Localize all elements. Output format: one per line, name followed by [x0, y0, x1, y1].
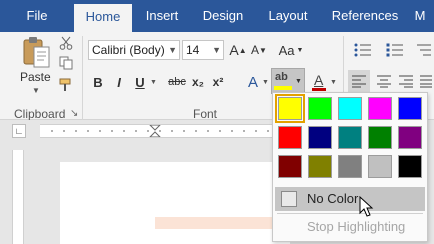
shrink-font-icon: A — [251, 43, 260, 57]
color-swatch[interactable] — [398, 126, 422, 149]
tab-insert[interactable]: Insert — [134, 0, 190, 32]
align-right-button[interactable] — [396, 70, 416, 92]
tab-design[interactable]: Design — [194, 0, 252, 32]
color-swatch[interactable] — [275, 94, 305, 123]
align-center-icon — [377, 75, 391, 88]
numbering-button[interactable] — [384, 40, 406, 60]
chevron-down-icon: ▼ — [295, 77, 302, 85]
italic-button[interactable]: I — [112, 72, 126, 92]
chevron-down-icon[interactable]: ▼ — [168, 41, 177, 59]
chevron-down-icon[interactable]: ▼ — [262, 79, 269, 86]
font-size-value: 14 — [186, 43, 200, 57]
format-painter-button[interactable] — [57, 76, 75, 94]
mouse-pointer-icon — [359, 196, 374, 217]
font-family-value: Calibri (Body) — [92, 43, 165, 57]
justify-icon — [420, 75, 432, 88]
multilevel-list-icon — [417, 44, 431, 56]
chevron-down-icon[interactable]: ▼ — [32, 86, 40, 95]
bullets-button[interactable] — [352, 40, 374, 60]
bullets-icon — [354, 43, 371, 57]
highlight-color-bar — [274, 86, 293, 90]
text-highlight-color-button[interactable]: ab ▼ — [271, 68, 305, 94]
color-swatch[interactable] — [398, 97, 422, 120]
chevron-down-icon[interactable]: ▼ — [212, 41, 221, 59]
color-swatch[interactable] — [368, 126, 392, 149]
clipboard-launcher-icon[interactable]: ↘ — [70, 108, 78, 119]
scissors-icon — [59, 36, 73, 50]
chevron-down-icon[interactable]: ▼ — [330, 79, 337, 86]
clipboard-paste-icon — [23, 37, 50, 68]
align-left-icon — [352, 75, 366, 88]
color-swatch[interactable] — [338, 155, 362, 178]
font-color-button[interactable]: A — [310, 72, 328, 92]
change-case-icon: Aa — [278, 42, 295, 58]
copy-button[interactable] — [57, 54, 75, 72]
multilevel-list-button[interactable] — [414, 40, 434, 60]
color-swatch[interactable] — [398, 155, 422, 178]
copy-icon — [59, 56, 73, 70]
paste-label[interactable]: Paste — [20, 70, 51, 84]
change-case-button[interactable]: Aa ▼ — [276, 40, 306, 60]
tab-mailings[interactable]: M — [406, 0, 434, 32]
align-center-button[interactable] — [374, 70, 394, 92]
color-swatch[interactable] — [338, 126, 362, 149]
paintbrush-icon — [59, 78, 71, 91]
highlight-color-menu: No Color Stop Highlighting — [272, 92, 428, 242]
stop-highlighting-item[interactable]: Stop Highlighting — [275, 215, 425, 239]
subscript-button[interactable]: x₂ — [190, 72, 206, 92]
group-divider — [82, 36, 83, 120]
highlighter-icon: ab — [275, 71, 288, 83]
font-color-bar — [312, 88, 326, 91]
cut-button[interactable] — [57, 34, 75, 52]
numbered-list-icon — [386, 43, 403, 57]
font-color-icon: A — [314, 72, 324, 88]
align-right-icon — [399, 75, 413, 88]
justify-button[interactable] — [418, 70, 434, 92]
underline-button[interactable]: U — [132, 72, 148, 92]
menu-divider — [277, 213, 423, 214]
vertical-ruler[interactable] — [12, 150, 24, 244]
color-swatch[interactable] — [308, 126, 332, 149]
grow-font-icon: A — [229, 42, 239, 58]
strikethrough-button[interactable]: abc — [166, 72, 188, 92]
tab-layout[interactable]: Layout — [258, 0, 318, 32]
color-swatch[interactable] — [368, 97, 392, 120]
color-swatch[interactable] — [308, 97, 332, 120]
no-color-label: No Color — [307, 191, 359, 206]
bold-button[interactable]: B — [90, 72, 106, 92]
font-group-label: Font — [193, 107, 218, 121]
grow-font-button[interactable]: A ▲ — [229, 40, 247, 60]
ribbon-tab-bar: File Home Insert Design Layout Reference… — [0, 0, 434, 32]
font-size-combo[interactable]: 14 ▼ — [182, 40, 224, 60]
tab-selector-button[interactable]: ∟ — [12, 124, 26, 138]
no-color-swatch — [281, 191, 297, 207]
paste-button[interactable] — [18, 34, 54, 70]
color-swatch[interactable] — [308, 155, 332, 178]
tab-references[interactable]: References — [326, 0, 404, 32]
shrink-font-button[interactable]: A ▼ — [250, 40, 268, 60]
superscript-button[interactable]: x² — [210, 72, 226, 92]
stop-highlighting-label: Stop Highlighting — [307, 219, 406, 234]
tab-home[interactable]: Home — [74, 4, 132, 32]
color-swatch[interactable] — [338, 97, 362, 120]
tab-stop-icon: ∟ — [14, 126, 24, 136]
font-family-combo[interactable]: Calibri (Body) ▼ — [88, 40, 180, 60]
highlighted-text — [155, 217, 275, 229]
ruler-ticks-icon — [51, 124, 269, 138]
color-swatch[interactable] — [278, 126, 302, 149]
color-swatch[interactable] — [368, 155, 392, 178]
no-color-item[interactable]: No Color — [275, 187, 425, 211]
chevron-down-icon[interactable]: ▼ — [150, 79, 157, 86]
horizontal-ruler[interactable] — [40, 124, 280, 138]
document-page[interactable] — [60, 162, 290, 244]
tab-file[interactable]: File — [0, 0, 74, 32]
text-effects-button[interactable]: A — [244, 72, 262, 92]
clipboard-group-label: Clipboard — [14, 107, 66, 121]
align-left-button[interactable] — [348, 70, 370, 92]
color-swatch[interactable] — [278, 155, 302, 178]
